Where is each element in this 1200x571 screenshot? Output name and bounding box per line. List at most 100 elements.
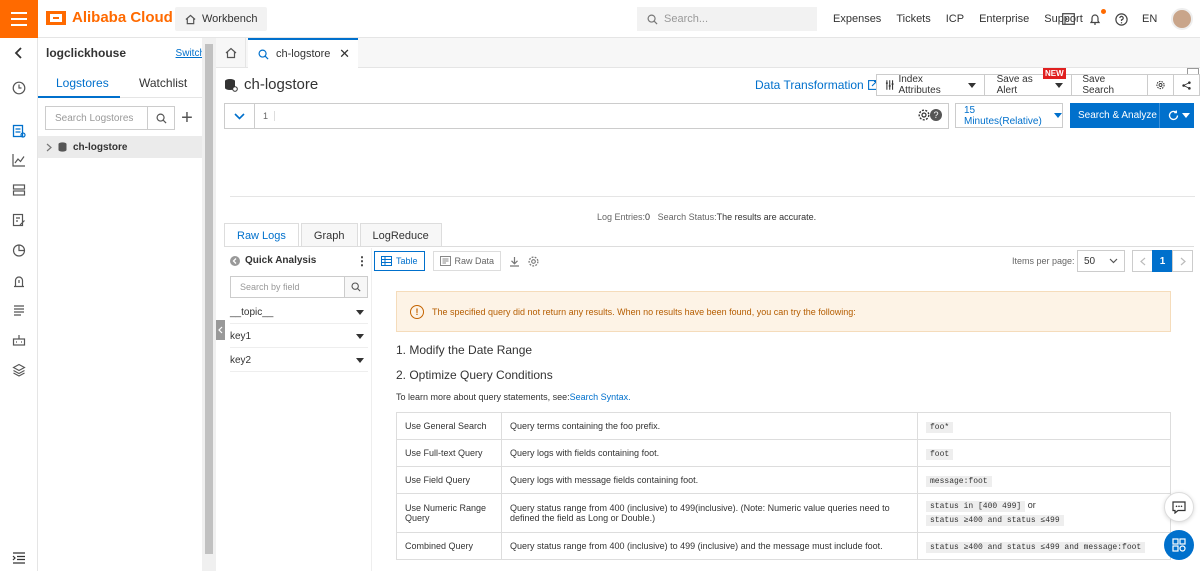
search-syntax-link[interactable]: Search Syntax.: [570, 392, 631, 402]
query-settings-icon[interactable]: [918, 109, 930, 124]
scrollbar-thumb[interactable]: [205, 44, 213, 554]
gear-icon: [1156, 80, 1165, 90]
tab-watchlist[interactable]: Watchlist: [139, 76, 187, 90]
logstore-icon[interactable]: [12, 124, 26, 138]
share-button[interactable]: [1173, 74, 1200, 96]
new-badge: NEW: [1043, 68, 1066, 79]
divider: [224, 246, 1194, 247]
edit-icon[interactable]: [12, 213, 26, 227]
table-cell: status in [400 499] or status ≥400 and s…: [917, 493, 1171, 533]
download-icon[interactable]: [509, 256, 520, 267]
table-icon: [381, 256, 392, 266]
query-editor[interactable]: 1 ?: [224, 103, 949, 129]
table-cell: message:foot: [917, 466, 1171, 494]
robot-icon[interactable]: [12, 333, 26, 347]
logstore-item[interactable]: ch-logstore: [38, 136, 202, 158]
add-logstore-button[interactable]: +: [179, 106, 195, 130]
layers-icon[interactable]: [12, 363, 26, 377]
list-icon[interactable]: [12, 303, 26, 317]
alibaba-cloud-logo[interactable]: Alibaba Cloud: [46, 9, 173, 26]
tab-logstores[interactable]: Logstores: [56, 76, 109, 90]
workbench-button[interactable]: Workbench: [175, 7, 268, 31]
home-tab[interactable]: [216, 38, 246, 68]
pie-icon[interactable]: [12, 243, 26, 257]
search-log-icon: [258, 49, 269, 60]
nav-expenses[interactable]: Expenses: [833, 13, 881, 25]
tab-ch-logstore[interactable]: ch-logstore ✕: [248, 38, 358, 68]
caret-down-icon[interactable]: [356, 358, 364, 363]
save-search-button[interactable]: Save Search: [1071, 74, 1148, 96]
learn-more-text: To learn more about query statements, se…: [396, 392, 631, 402]
more-options-icon[interactable]: ⋮: [356, 254, 368, 268]
code-example: foo*: [926, 421, 954, 433]
nav-enterprise[interactable]: Enterprise: [979, 13, 1029, 25]
collapse-circle-icon[interactable]: [230, 255, 240, 266]
tab-graph[interactable]: Graph: [300, 223, 358, 247]
table-cell: Query logs with message fields containin…: [501, 466, 918, 494]
time-range-select[interactable]: 15 Minutes(Relative): [955, 103, 1063, 128]
field-item[interactable]: key1: [230, 326, 368, 348]
gear-icon[interactable]: [528, 255, 539, 267]
search-icon: [351, 282, 361, 292]
search-analyze-button[interactable]: Search & Analyze: [1070, 103, 1194, 128]
query-history-toggle[interactable]: [225, 104, 255, 128]
items-per-page-select[interactable]: 50: [1077, 250, 1125, 272]
logstore-search-button[interactable]: [147, 106, 175, 130]
table-cell: Query status range from 400 (inclusive) …: [501, 532, 918, 560]
apps-button[interactable]: [1164, 530, 1194, 560]
menu-icon[interactable]: [0, 0, 38, 38]
refresh-dropdown[interactable]: [1160, 110, 1190, 121]
index-attributes-button[interactable]: Index Attributes: [876, 74, 985, 96]
table-cell: Use Field Query: [396, 466, 502, 494]
avatar[interactable]: [1171, 8, 1193, 30]
back-icon[interactable]: [12, 46, 26, 60]
chart-icon[interactable]: [12, 153, 26, 167]
home-icon: [185, 14, 196, 24]
share-icon: [1182, 80, 1191, 90]
database-icon[interactable]: [12, 183, 26, 197]
chevron-right-icon[interactable]: [46, 143, 52, 152]
global-search-input[interactable]: Search...: [637, 7, 817, 31]
nav-icp[interactable]: ICP: [946, 13, 964, 25]
clock-icon[interactable]: [12, 81, 26, 95]
collapse-panel-handle[interactable]: [216, 320, 225, 340]
project-panel: logclickhouse Switch Logstores Watchlist…: [38, 38, 216, 571]
table-cell: Query terms containing the foo prefix.: [501, 412, 918, 440]
tab-raw-logs[interactable]: Raw Logs: [224, 223, 299, 247]
language-switch[interactable]: EN: [1142, 13, 1157, 25]
field-item[interactable]: key2: [230, 350, 368, 372]
caret-down-icon[interactable]: [356, 334, 364, 339]
nav-tickets[interactable]: Tickets: [896, 13, 930, 25]
query-help-icon[interactable]: ?: [930, 109, 942, 121]
table-view-button[interactable]: Table: [374, 251, 425, 271]
panel-scrollbar[interactable]: [202, 38, 216, 571]
table-row: Use Full-text Query Query logs with fiel…: [396, 439, 1171, 467]
table-cell: status ≥400 and status ≤499 and message:…: [917, 532, 1171, 560]
data-transformation-link[interactable]: Data Transformation: [755, 78, 878, 92]
chevron-left-icon: [1139, 257, 1145, 265]
prev-page-button[interactable]: [1132, 250, 1153, 272]
field-search-button[interactable]: [344, 276, 368, 298]
field-item[interactable]: __topic__: [230, 302, 368, 324]
bell-icon[interactable]: [1089, 13, 1101, 26]
page-number[interactable]: 1: [1152, 250, 1173, 272]
terminal-icon[interactable]: [1062, 13, 1075, 25]
raw-data-view-button[interactable]: Raw Data: [432, 251, 502, 271]
alert-icon[interactable]: [12, 274, 26, 288]
settings-button[interactable]: [1147, 74, 1174, 96]
close-icon[interactable]: ✕: [339, 46, 350, 62]
table-row: Combined Query Query status range from 4…: [396, 532, 1171, 560]
search-icon: [156, 113, 167, 124]
search-status: Log Entries:0 Search Status:The results …: [597, 212, 817, 222]
switch-link[interactable]: Switch: [176, 48, 205, 59]
chevron-down-icon: [234, 112, 245, 120]
next-page-button[interactable]: [1172, 250, 1193, 272]
tab-logreduce[interactable]: LogReduce: [359, 223, 442, 247]
caret-down-icon[interactable]: [356, 310, 364, 315]
expand-icon[interactable]: [12, 551, 26, 565]
table-row: Use Field Query Query logs with message …: [396, 466, 1171, 494]
feedback-button[interactable]: [1164, 492, 1194, 522]
help-icon[interactable]: [1115, 12, 1128, 26]
toolbar: Index Attributes Save as Alert Save Sear…: [876, 74, 1200, 96]
top-icons: EN: [1062, 0, 1157, 38]
